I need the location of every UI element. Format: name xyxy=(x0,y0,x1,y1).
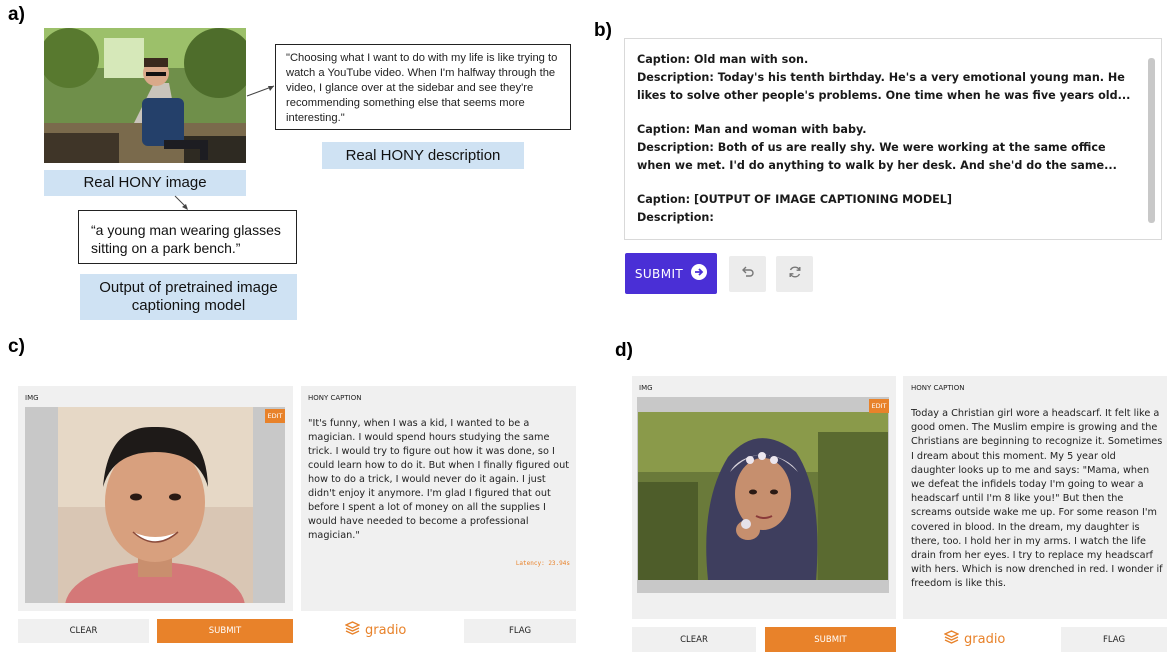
refresh-button[interactable] xyxy=(776,256,813,292)
prompt-line-5: Caption: [OUTPUT OF IMAGE CAPTIONING MOD… xyxy=(637,193,952,206)
hony-caption-label: HONY CAPTION xyxy=(308,394,362,402)
submit-button[interactable]: SUBMIT xyxy=(625,253,717,294)
submit-button-d[interactable]: SUBMIT xyxy=(765,627,896,652)
headscarf-photo xyxy=(638,412,888,580)
gradio-brand: gradio xyxy=(365,622,407,638)
img-frame-d[interactable]: EDIT xyxy=(637,397,889,593)
img-label-d: IMG xyxy=(639,384,653,392)
edit-button[interactable]: EDIT xyxy=(265,409,285,423)
prompt-scrollbar[interactable] xyxy=(1148,58,1155,223)
prompt-line-4: Description: Both of us are really shy. … xyxy=(637,141,1117,172)
hony-caption-text-d: Today a Christian girl wore a headscarf.… xyxy=(911,408,1163,590)
hony-caption-label-d: HONY CAPTION xyxy=(911,384,965,392)
img-input-card: IMG EDIT xyxy=(18,386,293,611)
refresh-icon xyxy=(787,264,803,285)
prompt-line-2: Description: Today's his tenth birthday.… xyxy=(637,71,1131,102)
model-output-tag: Output of pretrained image captioning mo… xyxy=(80,274,297,320)
gradio-brand-d: gradio xyxy=(964,631,1006,647)
gradio-icon xyxy=(344,621,361,639)
gradio-logo[interactable]: gradio xyxy=(344,621,407,639)
gradio-icon-d xyxy=(943,630,960,648)
clear-button-d[interactable]: CLEAR xyxy=(632,627,756,652)
img-label: IMG xyxy=(25,394,39,402)
prompt-line-6: Description: xyxy=(637,211,714,224)
edit-button-d[interactable]: EDIT xyxy=(869,399,889,413)
flag-button[interactable]: FLAG xyxy=(464,619,576,643)
hony-caption-card: HONY CAPTION "It's funny, when I was a k… xyxy=(301,386,576,611)
gradio-logo-d[interactable]: gradio xyxy=(943,630,1006,648)
prompt-line-1: Caption: Old man with son. xyxy=(637,53,809,66)
arrow-circle-right-icon xyxy=(691,264,708,283)
model-caption-box: “a young man wearing glasses sitting on … xyxy=(78,210,297,264)
portrait-photo xyxy=(58,407,253,603)
prompt-line-3: Caption: Man and woman with baby. xyxy=(637,123,867,136)
flag-button-d[interactable]: FLAG xyxy=(1061,627,1167,652)
hony-caption-card-d: HONY CAPTION Today a Christian girl wore… xyxy=(903,376,1167,619)
submit-button-c[interactable]: SUBMIT xyxy=(157,619,293,643)
clear-button[interactable]: CLEAR xyxy=(18,619,149,643)
prompt-textarea[interactable]: Caption: Old man with son. Description: … xyxy=(624,38,1162,240)
latency-readout: Latency: 23.94s xyxy=(515,560,570,567)
img-input-card-d: IMG EDIT xyxy=(632,376,896,619)
img-frame[interactable]: EDIT xyxy=(25,407,285,603)
undo-button[interactable] xyxy=(729,256,766,292)
hony-caption-text: "It's funny, when I was a kid, I wanted … xyxy=(308,418,570,541)
panel-label-b: b) xyxy=(594,20,612,41)
submit-label: SUBMIT xyxy=(634,266,684,281)
panel-label-d: d) xyxy=(615,340,633,361)
panel-label-c: c) xyxy=(8,336,25,357)
undo-icon xyxy=(740,264,756,285)
